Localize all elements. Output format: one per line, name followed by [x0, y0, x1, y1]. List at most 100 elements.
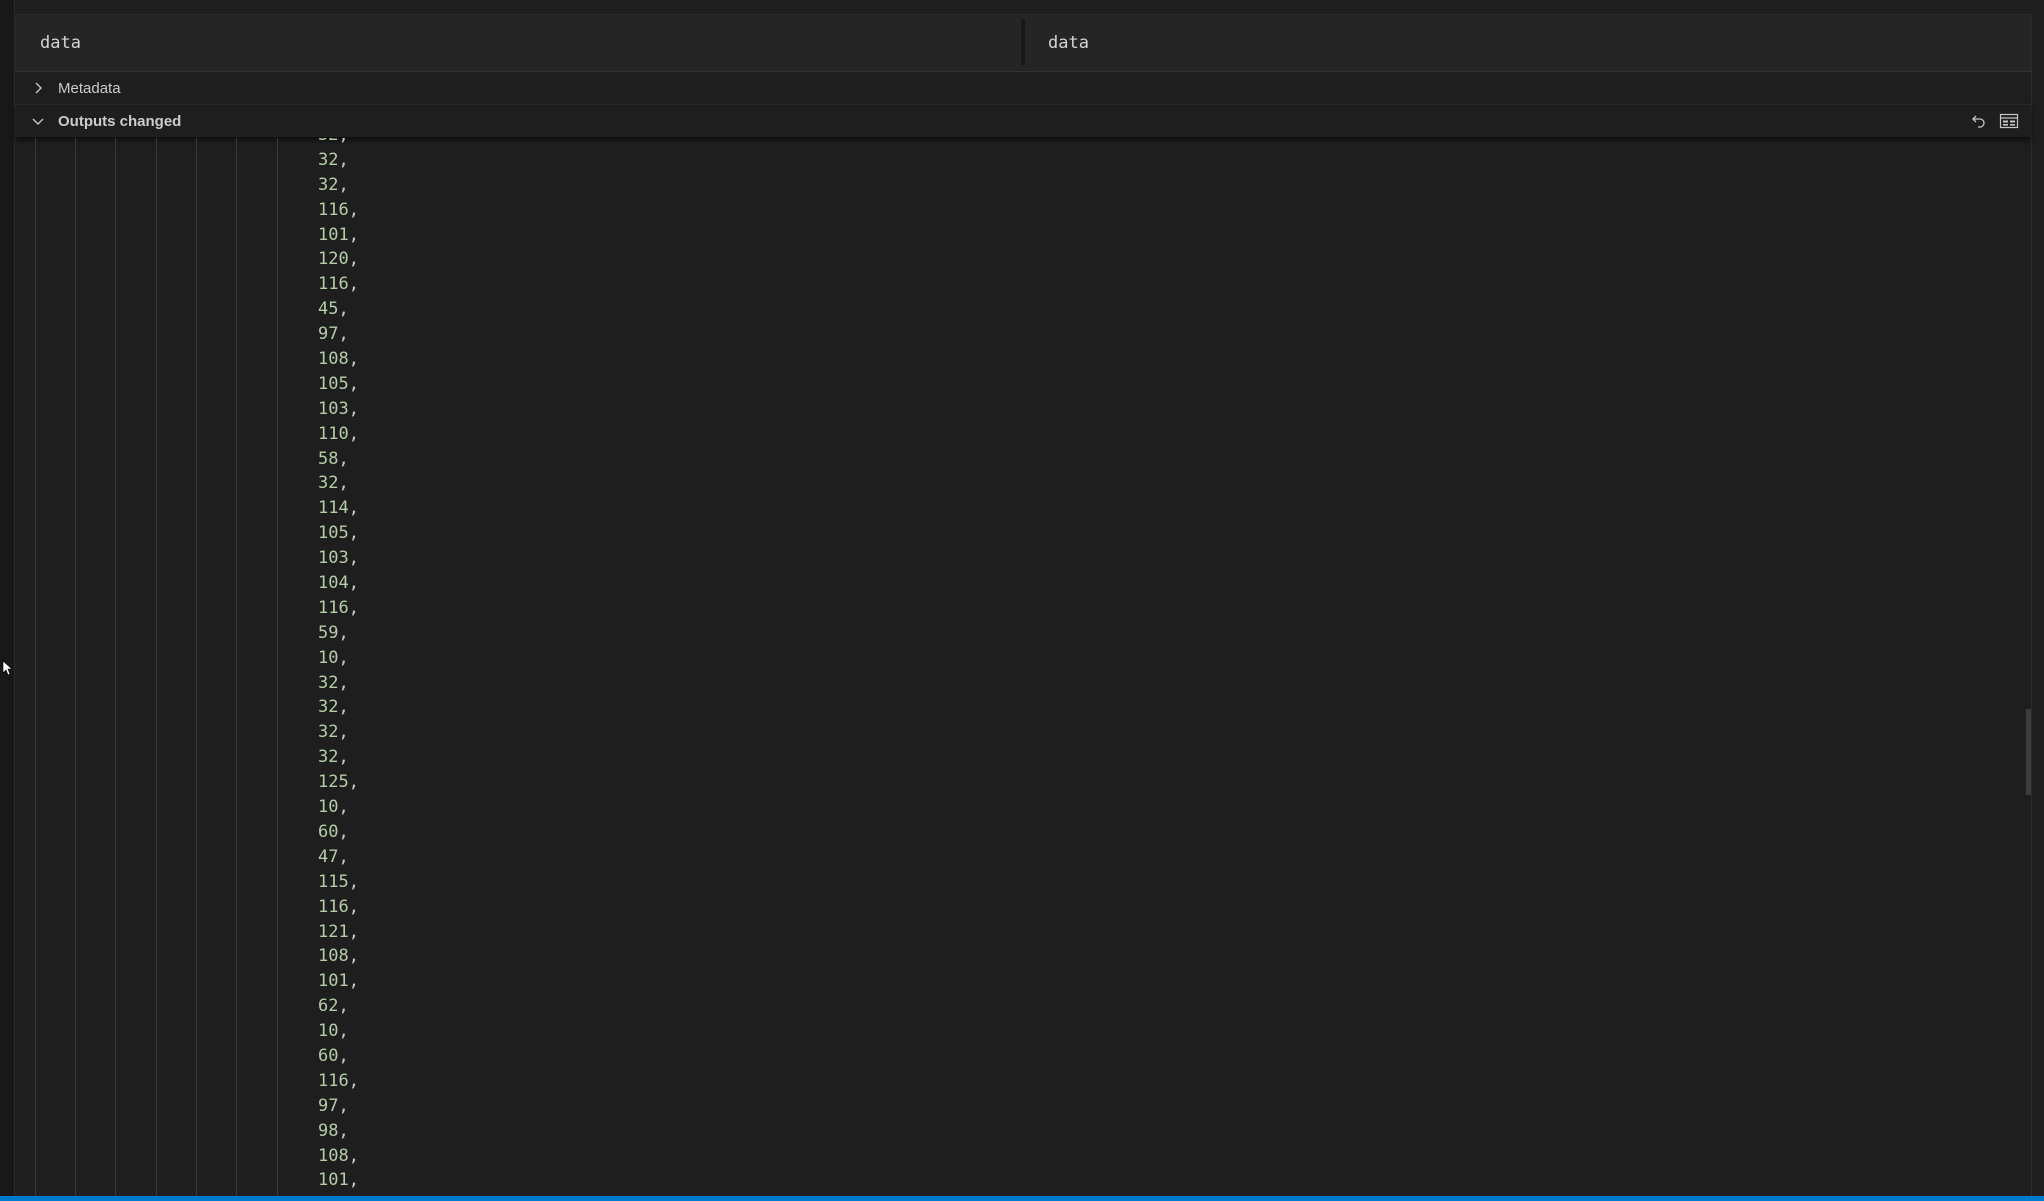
modified-header-label: data — [1048, 33, 1089, 53]
comma-separator: , — [338, 299, 349, 320]
code-line: 59, — [318, 621, 359, 646]
indent-guide — [75, 138, 76, 1198]
indent-guide — [115, 138, 116, 1198]
number-literal: 60 — [318, 1045, 339, 1066]
comma-separator: , — [338, 473, 349, 494]
comma-separator: , — [338, 647, 349, 668]
comma-separator: , — [348, 548, 359, 569]
top-strip — [0, 0, 2044, 14]
code-line: 10, — [318, 795, 359, 820]
code-line: 32, — [318, 745, 359, 770]
comma-separator: , — [338, 448, 349, 469]
original-header-label: data — [40, 33, 81, 53]
number-literal: 120 — [318, 249, 349, 270]
code-line: 32, — [318, 471, 359, 496]
code-line: 108, — [318, 944, 359, 969]
number-literal: 116 — [318, 274, 349, 295]
number-literal: 10 — [318, 797, 339, 818]
code-line: 110, — [318, 422, 359, 447]
code-line: 60, — [318, 820, 359, 845]
split-divider[interactable] — [1021, 19, 1025, 65]
code-line: 98, — [318, 1119, 359, 1144]
number-literal: 97 — [318, 1095, 339, 1116]
code-line: 97, — [318, 1094, 359, 1119]
number-literal: 116 — [318, 896, 349, 917]
comma-separator: , — [348, 274, 359, 295]
comma-separator: , — [348, 772, 359, 793]
comma-separator: , — [348, 946, 359, 967]
number-literal: 101 — [318, 224, 349, 245]
number-literal: 116 — [318, 199, 349, 220]
code-line: 114, — [318, 496, 359, 521]
number-literal: 116 — [318, 597, 349, 618]
comma-separator: , — [348, 523, 359, 544]
number-literal: 110 — [318, 423, 349, 444]
outputs-toolbar — [1969, 105, 2019, 137]
code-line: 104, — [318, 571, 359, 596]
code-line: 105, — [318, 372, 359, 397]
number-literal: 32 — [318, 697, 339, 718]
number-literal: 125 — [318, 772, 349, 793]
comma-separator: , — [338, 797, 349, 818]
code-line: 125, — [318, 770, 359, 795]
comma-separator: , — [348, 398, 359, 419]
code-line: 60, — [318, 1044, 359, 1069]
number-literal: 32 — [318, 722, 339, 743]
outputs-changed-label: Outputs changed — [58, 112, 182, 130]
number-literal: 114 — [318, 498, 349, 519]
comma-separator: , — [348, 971, 359, 992]
comma-separator: , — [348, 349, 359, 370]
number-literal: 116 — [318, 1070, 349, 1091]
vertical-scrollbar[interactable] — [2026, 709, 2031, 795]
code-line: 58, — [318, 447, 359, 472]
code-line: 32, — [318, 138, 359, 148]
number-literal: 32 — [318, 138, 338, 145]
revert-icon[interactable] — [1969, 111, 1989, 131]
number-literal: 58 — [318, 448, 339, 469]
metadata-section-toggle[interactable]: Metadata — [15, 72, 2031, 105]
comma-separator: , — [338, 1021, 349, 1042]
diff-header: data data — [15, 15, 2031, 72]
code-line: 47, — [318, 845, 359, 870]
code-line: 116, — [318, 272, 359, 297]
comma-separator: , — [348, 199, 359, 220]
comma-separator: , — [338, 1095, 349, 1116]
number-literal: 32 — [318, 672, 339, 693]
code-line: 116, — [318, 198, 359, 223]
comma-separator: , — [338, 622, 349, 643]
outputs-section-toggle[interactable]: Outputs changed — [15, 105, 2031, 137]
number-literal: 121 — [318, 921, 349, 942]
code-line: 116, — [318, 596, 359, 621]
comma-separator: , — [338, 821, 349, 842]
chevron-down-icon — [30, 113, 46, 129]
comma-separator: , — [338, 996, 349, 1017]
number-literal: 32 — [318, 149, 339, 170]
comma-separator: , — [348, 249, 359, 270]
number-literal: 10 — [318, 647, 339, 668]
output-diff-editor[interactable]: 32,32,32,116,101,120,116,45,97,108,105,1… — [15, 138, 2031, 1198]
comma-separator: , — [338, 846, 349, 867]
code-line: 120, — [318, 247, 359, 272]
code-line: 108, — [318, 1144, 359, 1169]
code-line: 116, — [318, 1069, 359, 1094]
number-literal: 108 — [318, 349, 349, 370]
indent-guide — [236, 138, 237, 1198]
number-literal: 47 — [318, 846, 339, 867]
number-literal: 32 — [318, 747, 339, 768]
open-diff-icon[interactable] — [1999, 111, 2019, 131]
code-line: 101, — [318, 969, 359, 994]
code-line: 115, — [318, 870, 359, 895]
comma-separator: , — [338, 1045, 349, 1066]
comma-separator: , — [338, 697, 349, 718]
number-literal: 59 — [318, 622, 339, 643]
number-literal: 98 — [318, 1120, 339, 1141]
number-literal: 103 — [318, 398, 349, 419]
comma-separator: , — [338, 138, 348, 145]
comma-separator: , — [348, 871, 359, 892]
code-line: 10, — [318, 1019, 359, 1044]
code-line: 32, — [318, 695, 359, 720]
number-literal: 62 — [318, 996, 339, 1017]
comma-separator: , — [348, 1145, 359, 1166]
number-literal: 60 — [318, 821, 339, 842]
indent-guide — [277, 138, 278, 1198]
